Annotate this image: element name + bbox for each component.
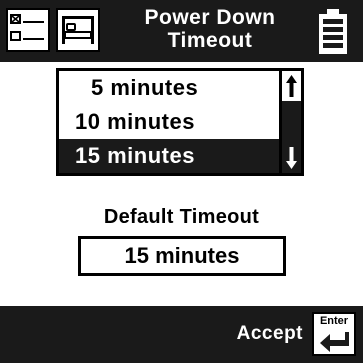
enter-arrow-icon xyxy=(318,330,352,354)
default-timeout-label: Default Timeout xyxy=(103,206,260,228)
power-down-timeout-screen: Power Down Timeout 5 minutes 10 minutes … xyxy=(0,0,363,363)
scroll-thumb[interactable] xyxy=(282,101,301,143)
checklist-icon[interactable] xyxy=(6,8,50,52)
footer-bar: Accept Enter xyxy=(0,306,363,363)
list-item-10-minutes[interactable]: 10 minutes xyxy=(59,105,281,139)
list-item-5-minutes[interactable]: 5 minutes xyxy=(59,71,281,105)
header-bar: Power Down Timeout xyxy=(0,0,363,62)
scrollbar[interactable] xyxy=(279,71,301,173)
timeout-list-items: 5 minutes 10 minutes 15 minutes xyxy=(59,71,281,173)
battery-icon xyxy=(313,8,353,56)
list-item-15-minutes-selected[interactable]: 15 minutes xyxy=(59,139,281,173)
bed-icon[interactable] xyxy=(56,8,100,52)
title-line-1: Power Down xyxy=(144,6,276,29)
scroll-up-arrow-icon[interactable] xyxy=(282,71,301,101)
timeout-list[interactable]: 5 minutes 10 minutes 15 minutes xyxy=(56,68,304,176)
default-timeout-value: 15 minutes xyxy=(78,236,286,276)
scroll-down-arrow-icon[interactable] xyxy=(282,143,301,173)
enter-label: Enter xyxy=(319,315,349,327)
enter-button[interactable]: Enter xyxy=(312,312,356,356)
title-line-2: Timeout xyxy=(167,29,253,52)
accept-label: Accept xyxy=(236,323,303,344)
page-title: Power Down Timeout xyxy=(110,6,310,52)
